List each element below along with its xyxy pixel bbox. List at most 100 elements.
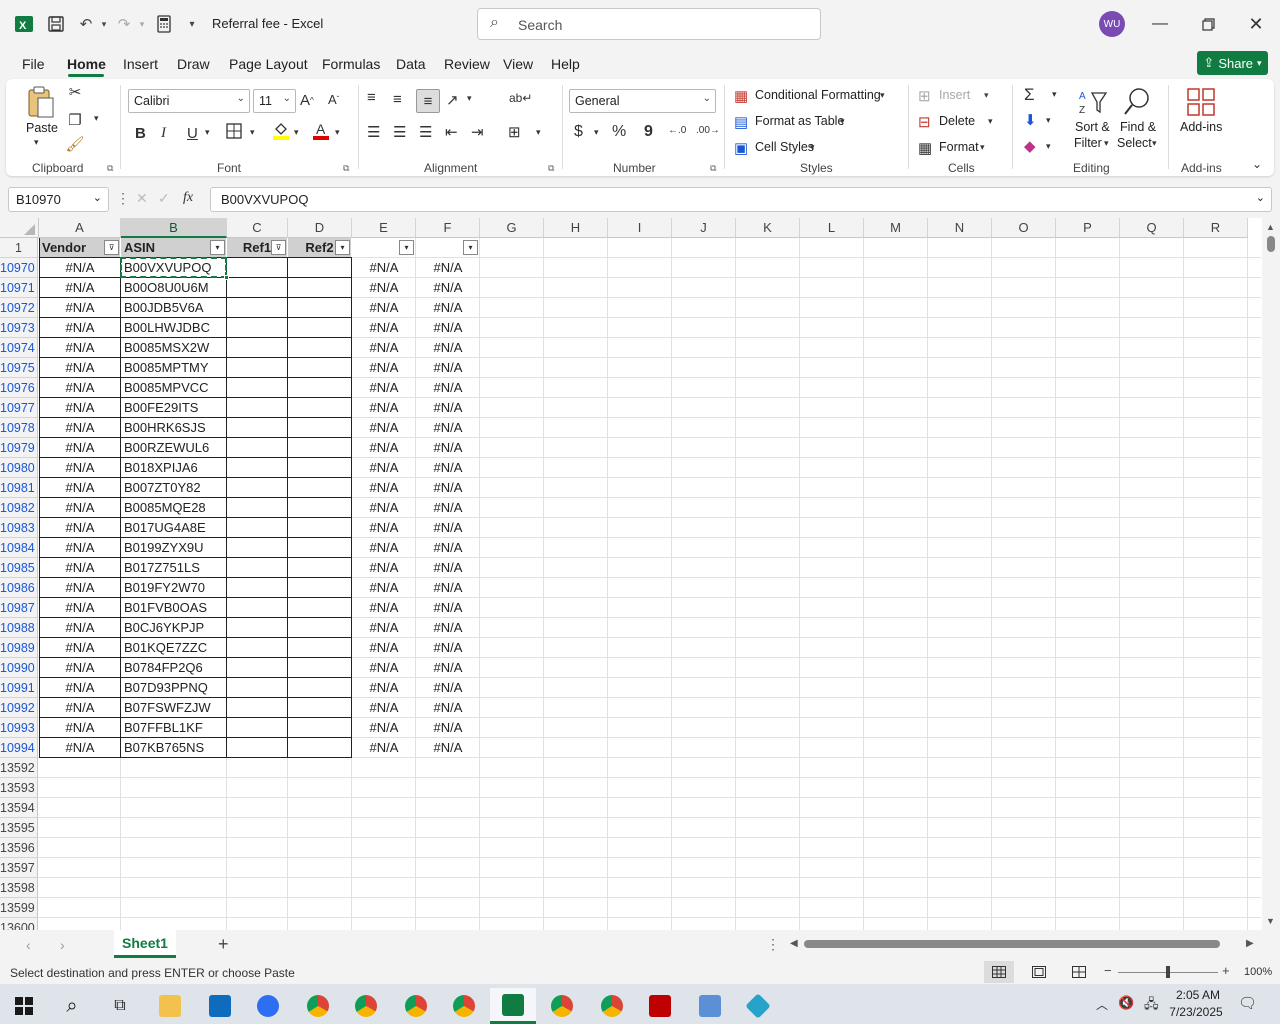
zoom-slider-thumb[interactable] — [1166, 966, 1170, 978]
delete-cells-button[interactable]: Delete — [939, 114, 975, 128]
cell-asin[interactable]: B007ZT0Y82 — [121, 478, 227, 498]
currency-dropdown-icon[interactable]: ▾ — [594, 127, 599, 138]
cell-asin[interactable]: B019FY2W70 — [121, 578, 227, 598]
scroll-up-icon[interactable]: ▲ — [1266, 222, 1275, 232]
cell-vendor[interactable]: #N/A — [39, 438, 121, 458]
scroll-right-icon[interactable]: ▶ — [1246, 938, 1254, 949]
cell-vendor[interactable]: #N/A — [39, 478, 121, 498]
cell-e[interactable]: #N/A — [352, 718, 416, 738]
orientation-icon[interactable]: ↗ — [446, 91, 459, 109]
cell-asin[interactable]: B01KQE7ZZC — [121, 638, 227, 658]
cell-f[interactable]: #N/A — [416, 678, 480, 698]
cell-asin[interactable]: B00RZEWUL6 — [121, 438, 227, 458]
page-break-view-icon[interactable] — [1070, 964, 1088, 980]
font-color-dropdown-icon[interactable]: ▾ — [335, 127, 340, 138]
cell-asin[interactable]: B00FE29ITS — [121, 398, 227, 418]
cell-vendor[interactable]: #N/A — [39, 298, 121, 318]
app-icon[interactable] — [738, 988, 778, 1024]
chrome-icon[interactable] — [396, 988, 436, 1024]
row-header[interactable]: 10976 — [0, 378, 38, 398]
row-header[interactable]: 10983 — [0, 518, 38, 538]
increase-indent-icon[interactable]: ⇥ — [471, 123, 484, 141]
cell-asin[interactable]: B00LHWJDBC — [121, 318, 227, 338]
row-header[interactable]: 13594 — [0, 798, 38, 818]
row-header[interactable]: 10980 — [0, 458, 38, 478]
filter-dropdown-icon[interactable]: ▾ — [210, 240, 225, 255]
vertical-scroll-thumb[interactable] — [1267, 236, 1275, 252]
cell-e[interactable]: #N/A — [352, 638, 416, 658]
paste-icon[interactable] — [24, 85, 58, 119]
row-header[interactable]: 10994 — [0, 738, 38, 758]
row-header[interactable]: 10987 — [0, 598, 38, 618]
cell-ref2[interactable] — [288, 638, 352, 658]
wrap-text-icon[interactable]: ab↵ — [509, 91, 532, 105]
cell-vendor[interactable]: #N/A — [39, 378, 121, 398]
row-header[interactable]: 13593 — [0, 778, 38, 798]
find-select-icon[interactable] — [1120, 85, 1154, 119]
cell-f[interactable]: #N/A — [416, 478, 480, 498]
row-header[interactable]: 10985 — [0, 558, 38, 578]
tab-home[interactable]: Home — [67, 56, 106, 72]
cell-ref2[interactable] — [288, 518, 352, 538]
more-options-icon[interactable]: ⋮ — [116, 190, 130, 207]
font-name-combo[interactable]: Calibri ⌄ — [128, 89, 250, 113]
filter-dropdown-icon[interactable]: ▾ — [463, 240, 478, 255]
underline-icon[interactable]: U — [187, 125, 198, 142]
merge-dropdown-icon[interactable]: ▾ — [536, 127, 541, 138]
cell-e[interactable]: #N/A — [352, 318, 416, 338]
cell-ref2[interactable] — [288, 578, 352, 598]
cell-ref1[interactable] — [227, 338, 288, 358]
next-sheet-icon[interactable]: › — [60, 937, 65, 953]
cell-e[interactable]: #N/A — [352, 678, 416, 698]
cell-ref1[interactable] — [227, 278, 288, 298]
cell-vendor[interactable]: #N/A — [39, 278, 121, 298]
column-header-m[interactable]: M — [864, 218, 928, 238]
cell-f[interactable]: #N/A — [416, 418, 480, 438]
align-bottom-icon[interactable]: ≡ — [416, 89, 440, 113]
tab-page-layout[interactable]: Page Layout — [229, 56, 308, 72]
conditional-formatting-dropdown-icon[interactable]: ▾ — [880, 90, 885, 101]
borders-dropdown-icon[interactable]: ▾ — [250, 127, 255, 138]
cell-f[interactable]: #N/A — [416, 598, 480, 618]
add-ins-button[interactable]: Add-ins — [1180, 120, 1222, 134]
cell-ref2[interactable] — [288, 298, 352, 318]
chrome-icon[interactable] — [542, 988, 582, 1024]
tab-file[interactable]: File — [22, 56, 45, 72]
sort-filter-icon[interactable]: AZ — [1076, 85, 1110, 119]
row-header[interactable]: 10984 — [0, 538, 38, 558]
column-header-c[interactable]: C — [227, 218, 288, 238]
cell-ref2[interactable] — [288, 318, 352, 338]
row-header[interactable]: 13592 — [0, 758, 38, 778]
tab-data[interactable]: Data — [396, 56, 426, 72]
column-header-l[interactable]: L — [800, 218, 864, 238]
new-sheet-icon[interactable]: + — [218, 934, 229, 955]
cell-asin[interactable]: B07D93PPNQ — [121, 678, 227, 698]
decrease-font-icon[interactable]: Aˇ — [328, 92, 339, 107]
spreadsheet-grid[interactable]: ABCDEFGHIJKLMNOPQR 1 Vendor ASIN Ref1 Ref2 ⊽ ▾… — [0, 218, 1262, 930]
row-header[interactable]: 10974 — [0, 338, 38, 358]
paste-dropdown-icon[interactable]: ▾ — [34, 137, 39, 148]
scroll-left-icon[interactable]: ◀ — [790, 938, 798, 949]
filter-active-icon[interactable]: ⊽ — [104, 240, 119, 255]
fill-color-icon[interactable] — [272, 121, 290, 141]
cell-f[interactable]: #N/A — [416, 538, 480, 558]
cell-e[interactable]: #N/A — [352, 278, 416, 298]
clear-dropdown-icon[interactable]: ▾ — [1046, 141, 1051, 152]
cell-ref1[interactable] — [227, 538, 288, 558]
tab-view[interactable]: View — [503, 56, 533, 72]
cell-f[interactable]: #N/A — [416, 338, 480, 358]
row-header[interactable]: 10981 — [0, 478, 38, 498]
cell-ref1[interactable] — [227, 598, 288, 618]
cell-ref2[interactable] — [288, 478, 352, 498]
cell-ref1[interactable] — [227, 718, 288, 738]
cell-vendor[interactable]: #N/A — [39, 358, 121, 378]
cell-ref2[interactable] — [288, 278, 352, 298]
cell-ref1[interactable] — [227, 378, 288, 398]
cell-e[interactable]: #N/A — [352, 358, 416, 378]
cell-ref2[interactable] — [288, 658, 352, 678]
cell-ref2[interactable] — [288, 338, 352, 358]
cell-ref1[interactable] — [227, 578, 288, 598]
cell-ref1[interactable] — [227, 658, 288, 678]
cell-ref2[interactable] — [288, 618, 352, 638]
row-header[interactable]: 10971 — [0, 278, 38, 298]
